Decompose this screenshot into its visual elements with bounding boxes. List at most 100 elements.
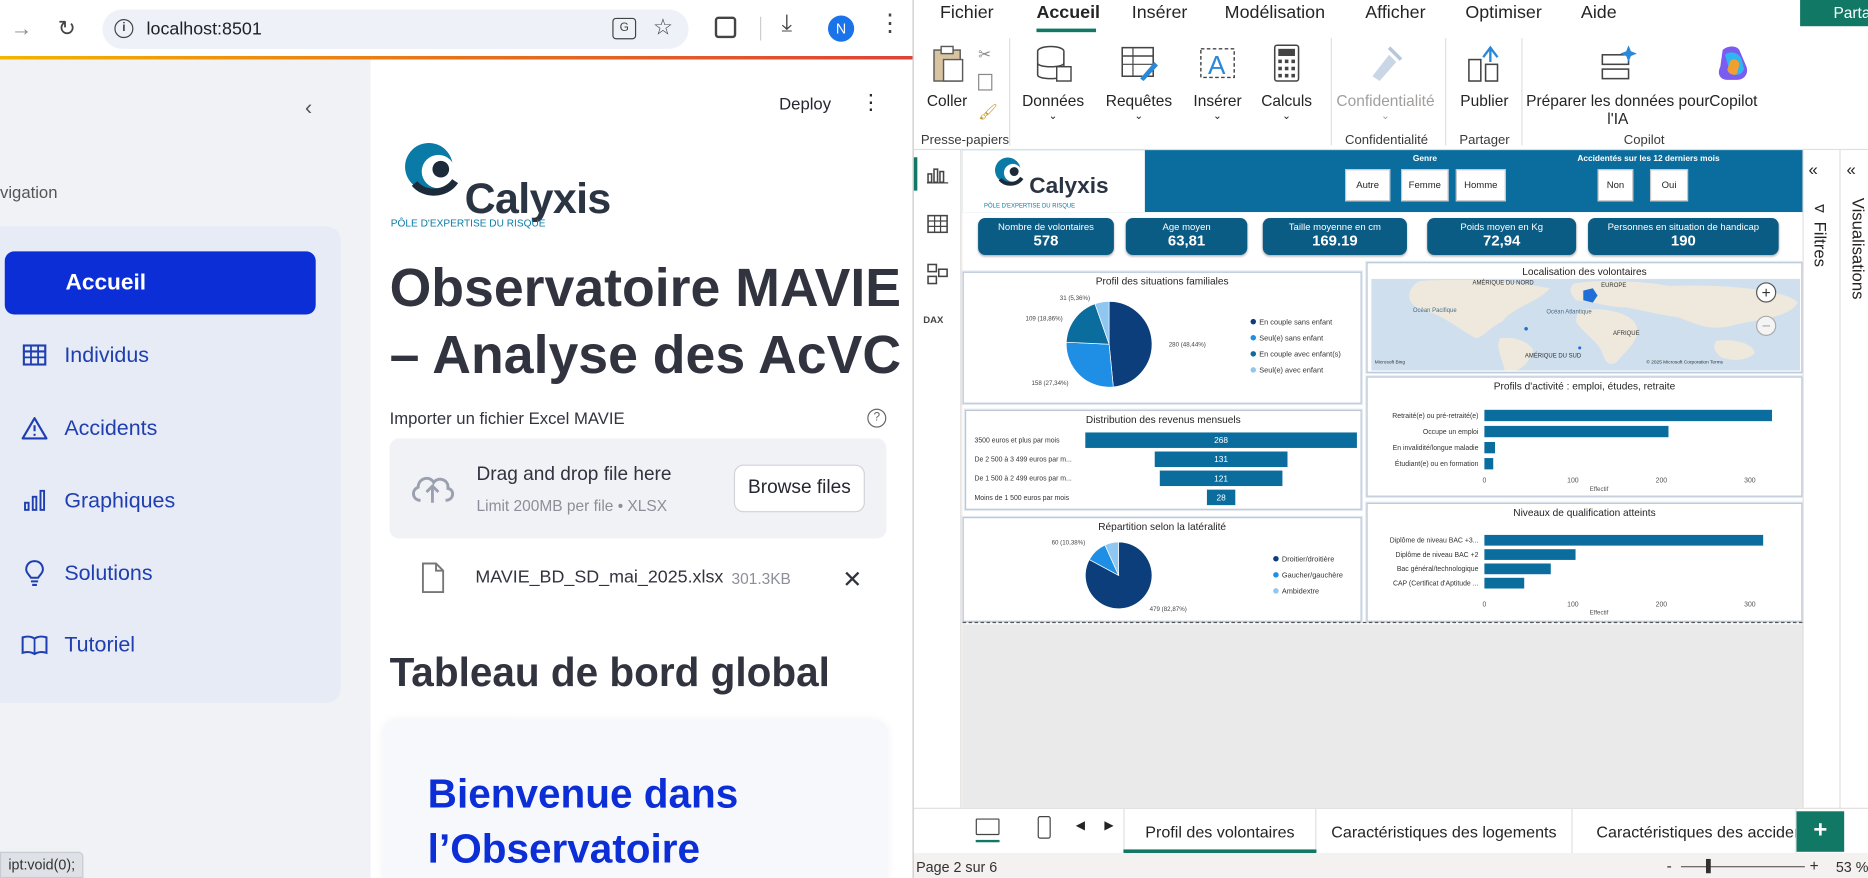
bar-chart-icon (21, 487, 47, 513)
menu-afficher[interactable]: Afficher (1365, 2, 1425, 22)
slicer-genre-homme[interactable]: Homme (1455, 169, 1506, 202)
filter-icon[interactable]: ⊲ (1813, 200, 1825, 217)
file-icon (421, 562, 445, 599)
sidebar-item-tutoriel[interactable]: Tutoriel (21, 618, 331, 670)
reload-icon[interactable]: ↻ (52, 14, 81, 43)
deploy-button[interactable]: Deploy (779, 94, 831, 113)
menu-modelisation[interactable]: Modélisation (1225, 2, 1325, 22)
queries-button[interactable]: Requêtes ⌄ (1102, 43, 1176, 123)
add-page-button[interactable]: + (1796, 811, 1845, 852)
help-icon[interactable]: ? (867, 408, 887, 428)
sidebar-item-solutions[interactable]: Solutions (21, 547, 331, 599)
desktop-layout-icon[interactable] (975, 818, 1000, 836)
slicer-genre-autre[interactable]: Autre (1345, 169, 1391, 202)
sidebar-item-graphiques[interactable]: Graphiques (21, 474, 331, 526)
zoom-out-icon[interactable]: − (1756, 315, 1777, 336)
zoom-in-button[interactable]: + (1810, 857, 1819, 875)
app-menu-icon[interactable]: ⋮ (860, 92, 881, 113)
remove-file-icon[interactable]: ✕ (842, 565, 862, 595)
menu-fichier[interactable]: Fichier (940, 2, 994, 22)
publish-button[interactable]: Publier (1455, 43, 1515, 110)
table-view-icon[interactable] (927, 214, 948, 234)
legend-marker (1250, 367, 1257, 373)
bar-category-label: En invalidité/longue maladie (1393, 445, 1479, 452)
view-switcher: DAX (913, 150, 962, 808)
legend-marker (1273, 588, 1279, 594)
zoom-slider[interactable] (1680, 866, 1805, 868)
cut-icon[interactable]: ✂ (978, 45, 991, 64)
slicer-accidents-oui[interactable]: Oui (1649, 169, 1689, 202)
axis-tick-label: 200 (1656, 601, 1668, 608)
sidebar: ‹ vigation Accueil Individus Accidents G… (0, 59, 371, 878)
text-box-icon: A (1200, 48, 1235, 80)
chart-qualification[interactable]: Niveaux de qualification atteints Diplôm… (1366, 502, 1803, 622)
sidebar-item-individus[interactable]: Individus (21, 329, 331, 381)
prepare-data-ai-button[interactable]: Préparer les données pour l'IA (1526, 43, 1710, 127)
tab-caracteristiques-accidents[interactable]: Caractéristiques des accidents (1573, 808, 1797, 855)
menu-optimiser[interactable]: Optimiser (1465, 2, 1541, 22)
next-page-icon[interactable]: ▶ (1104, 820, 1113, 833)
sidebar-item-accueil[interactable]: Accueil (4, 251, 316, 315)
collapse-filters-icon[interactable]: « (1808, 160, 1817, 179)
copilot-button[interactable]: Copilot (1705, 43, 1762, 110)
page-tabs-bar: ◀ ▶ Profil des volontaires Caractéristiq… (913, 807, 1868, 855)
share-button[interactable]: Parta (1800, 0, 1868, 27)
slicer-accidents-non[interactable]: Non (1597, 169, 1634, 202)
prev-page-icon[interactable]: ◀ (1076, 820, 1085, 833)
menu-accueil[interactable]: Accueil (1036, 2, 1100, 22)
collapse-sidebar-icon[interactable]: ‹ (305, 95, 312, 120)
page-indicator: Page 2 sur 6 (916, 858, 998, 876)
axis-tick-label: 300 (1744, 601, 1756, 608)
menu-inserer[interactable]: Insérer (1132, 2, 1188, 22)
address-bar[interactable]: i localhost:8501 G ☆ (102, 9, 689, 49)
zoom-slider-thumb[interactable] (1705, 858, 1711, 874)
browse-files-button[interactable]: Browse files (733, 464, 865, 513)
welcome-title: Bienvenue dans l’Observatoire (428, 767, 739, 877)
group-copilot: Copilot (1623, 133, 1665, 148)
star-icon[interactable]: ☆ (653, 14, 673, 41)
chart-income[interactable]: Distribution des revenus mensuels 3500 e… (964, 409, 1362, 510)
map-volunteers[interactable]: Localisation des volontaires AMÉRIQUE DU… (1366, 262, 1803, 373)
family-pie-chart: 280 (48,44%) 158 (27,34%) 109 (18,86%) 31 (… (1026, 295, 1341, 388)
format-painter-icon[interactable]: 🖌 (978, 102, 998, 121)
zoom-out-button[interactable]: - (1667, 857, 1672, 875)
profile-avatar[interactable]: N (827, 15, 855, 42)
calculations-button[interactable]: Calculs ⌄ (1259, 43, 1314, 123)
model-view-icon[interactable] (927, 263, 948, 285)
legend-entry: Seul(e) avec enfant (1259, 366, 1323, 375)
pie-slice (1108, 301, 1153, 388)
paste-button[interactable]: Coller (923, 43, 971, 110)
zoom-in-icon[interactable]: + (1756, 282, 1777, 303)
visualizations-pane-tab[interactable]: Visualisations (1849, 198, 1868, 300)
ribbon-divider (1521, 38, 1523, 146)
chart-family-profile[interactable]: Profil des situations familiales 280 (48… (962, 271, 1362, 404)
bar-category-label: 3500 euros et plus par mois (975, 438, 1061, 445)
download-icon[interactable]: ⤓ (782, 11, 793, 38)
slicer-genre-femme[interactable]: Femme (1401, 169, 1449, 202)
chart-title: Profil des situations familiales (1095, 275, 1229, 288)
world-map[interactable] (1371, 278, 1801, 371)
menu-aide[interactable]: Aide (1581, 2, 1617, 22)
data-button[interactable]: Données ⌄ (1019, 43, 1088, 123)
collapse-visualizations-icon[interactable]: « (1847, 160, 1856, 179)
tab-profil-volontaires[interactable]: Profil des volontaires (1123, 808, 1317, 855)
bar-category-label: Diplôme de niveau BAC +2 (1396, 552, 1479, 559)
data-label: Données (1022, 91, 1085, 110)
site-info-icon[interactable]: i (114, 19, 134, 39)
sidebar-item-accidents[interactable]: Accidents (21, 401, 331, 453)
dax-view-icon[interactable]: DAX (923, 315, 943, 326)
mobile-layout-icon[interactable] (1037, 816, 1051, 839)
chart-activity[interactable]: Profils d'activité : emploi, études, ret… (1366, 376, 1803, 497)
legend-entry: Droitier/droitière (1282, 554, 1334, 563)
translate-icon[interactable]: G (612, 17, 637, 40)
report-view-icon[interactable] (926, 164, 949, 184)
copy-icon[interactable] (978, 73, 993, 91)
filters-pane-tab[interactable]: Filtres (1811, 222, 1830, 267)
insert-button[interactable]: A Insérer ⌄ (1188, 43, 1248, 123)
chart-laterality[interactable]: Répartition selon la latéralité 479 (82,… (962, 517, 1362, 622)
tab-caracteristiques-logements[interactable]: Caractéristiques des logements (1316, 808, 1573, 855)
browser-menu-icon[interactable]: ⋮ (878, 12, 902, 36)
queries-label: Requêtes (1105, 91, 1173, 110)
extensions-icon[interactable] (714, 16, 737, 39)
forward-icon[interactable]: → (7, 14, 36, 43)
